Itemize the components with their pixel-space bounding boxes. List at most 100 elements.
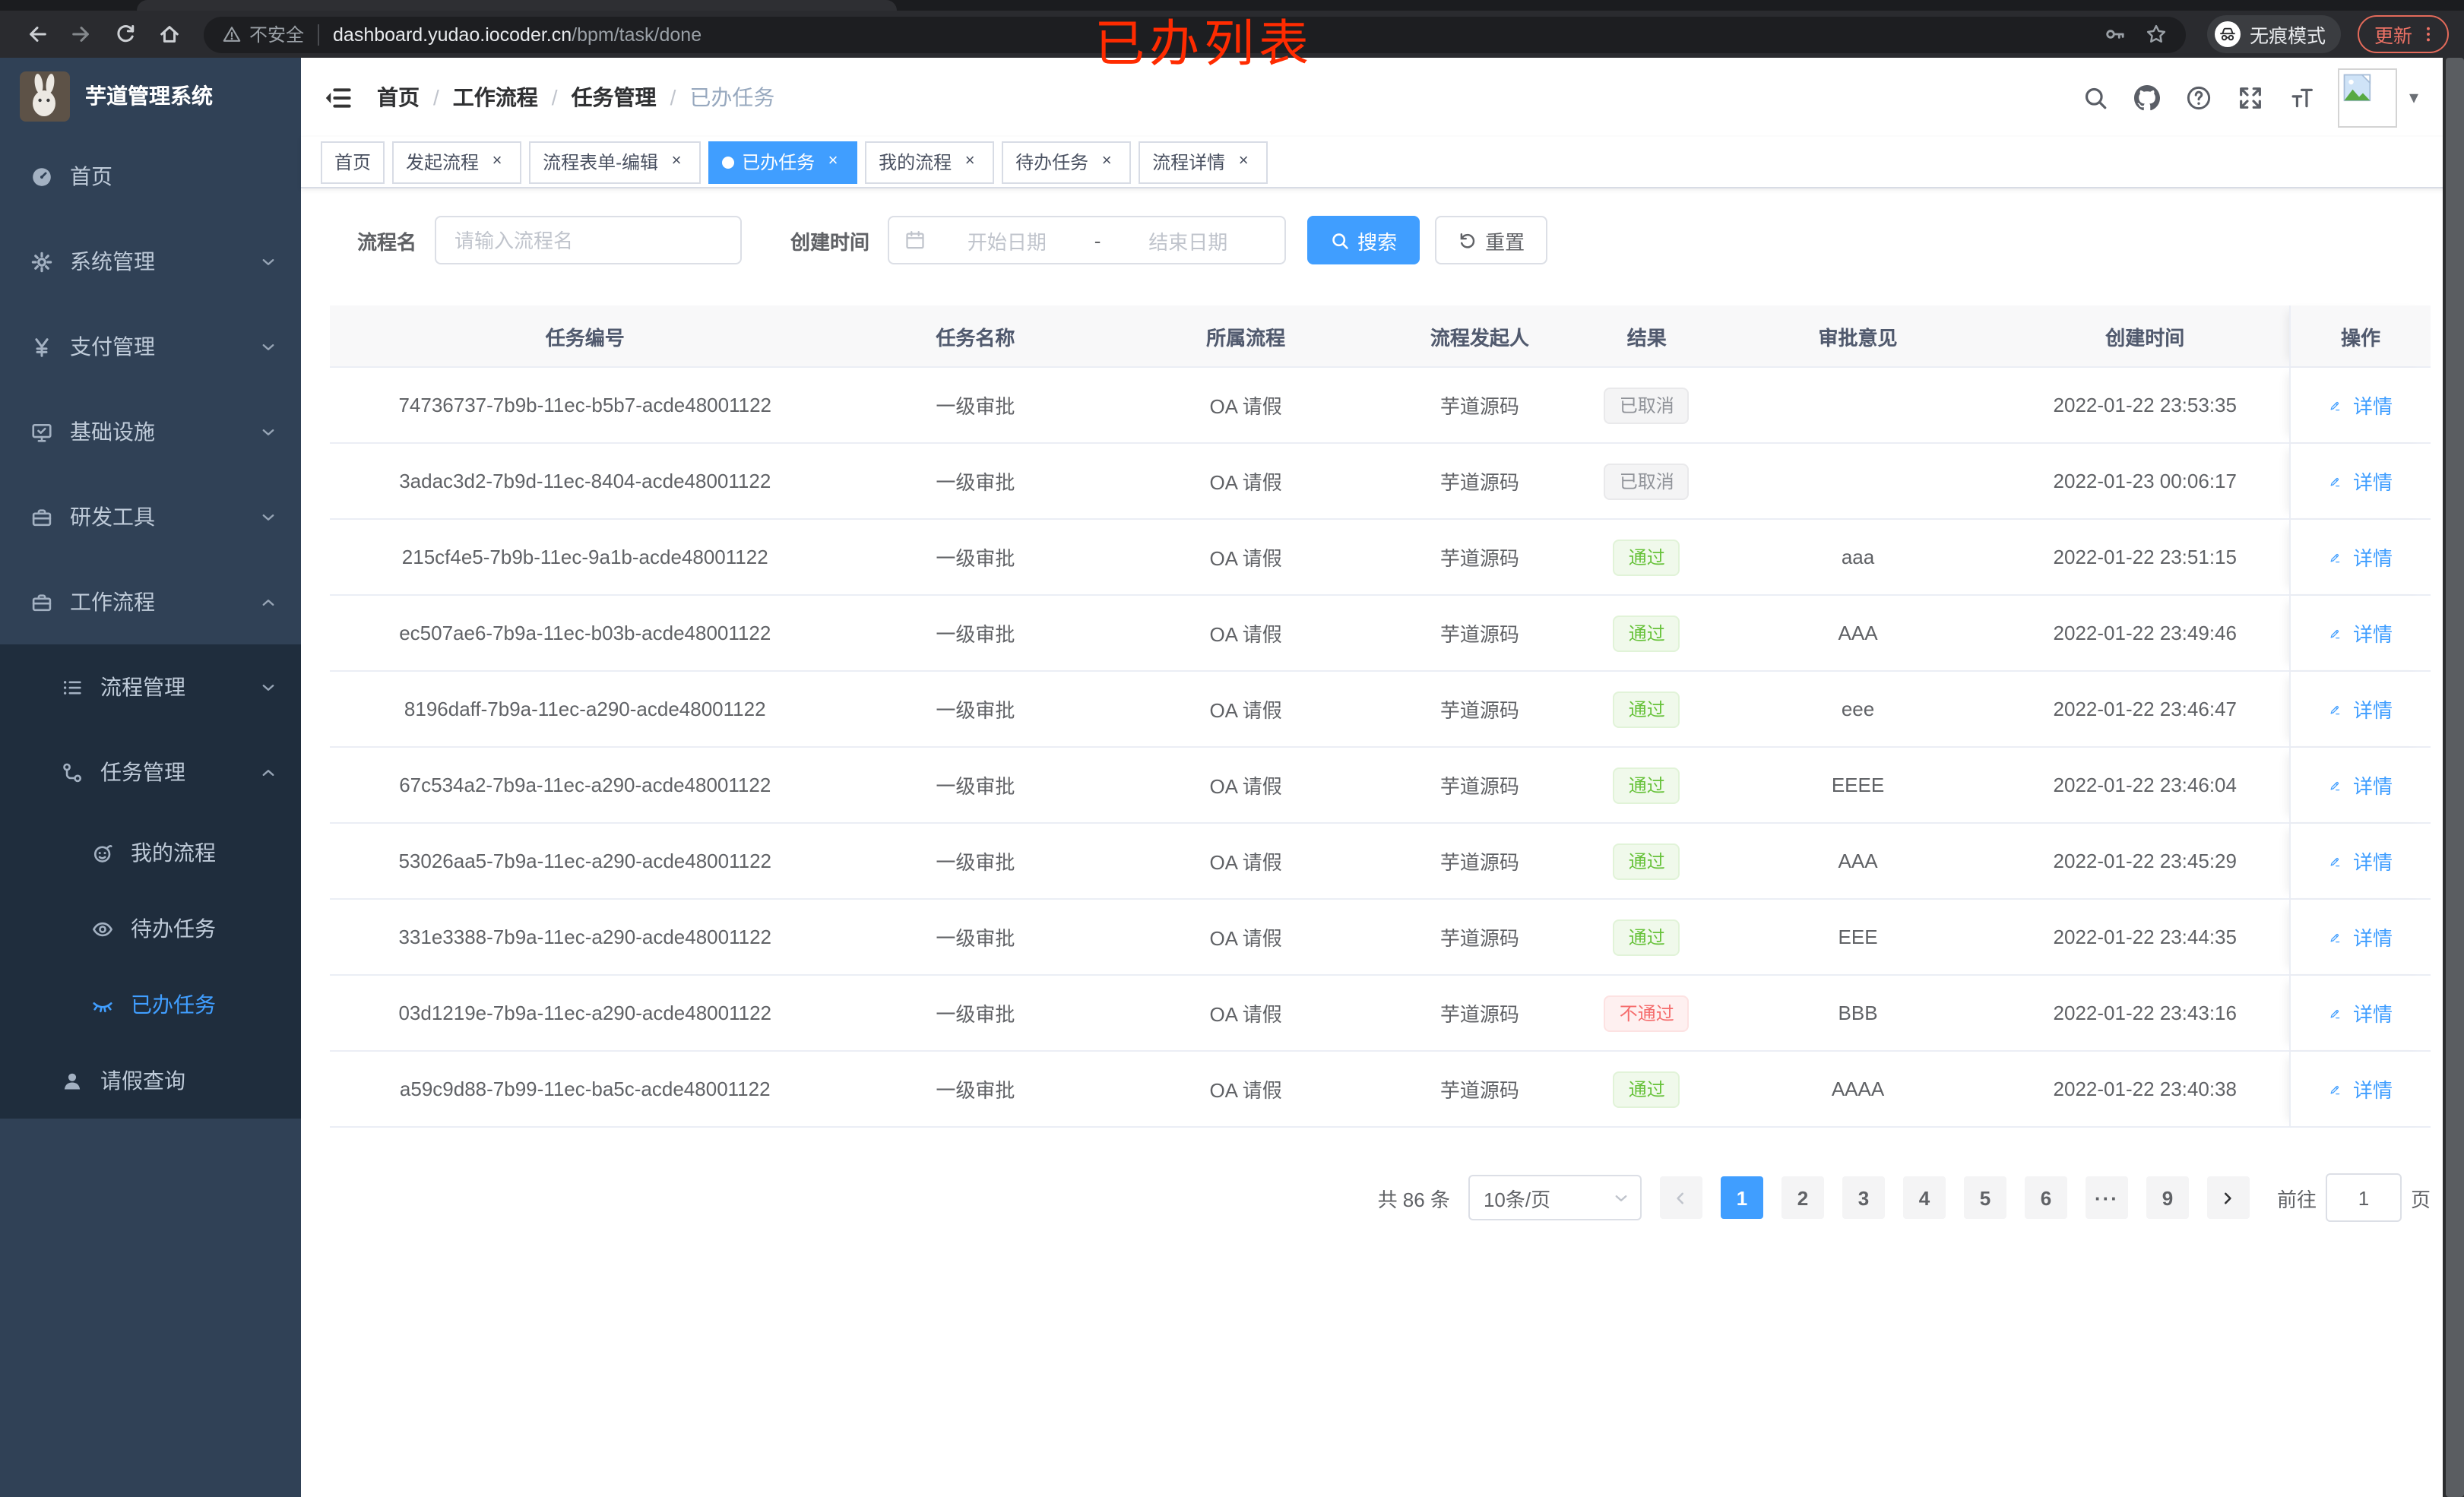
goto-page-input[interactable] xyxy=(2325,1173,2402,1222)
result-tag: 不通过 xyxy=(1604,995,1690,1031)
browser-home-icon[interactable] xyxy=(157,21,182,47)
page-button-3[interactable]: 3 xyxy=(1842,1176,1885,1219)
detail-link[interactable]: 详情 xyxy=(2329,1074,2393,1103)
detail-link[interactable]: 详情 xyxy=(2329,999,2393,1027)
cell-result: 通过 xyxy=(1579,596,1715,670)
cell-starter: 芋道源码 xyxy=(1439,699,1519,722)
detail-link[interactable]: 详情 xyxy=(2329,695,2393,723)
breadcrumb-item-current: 已办任务 xyxy=(689,85,775,109)
page-button-9[interactable]: 9 xyxy=(2146,1176,2189,1219)
breadcrumb-item-workflow[interactable]: 工作流程 xyxy=(453,82,538,112)
cell-process: OA 请假 xyxy=(1209,699,1282,722)
page-button-2[interactable]: 2 xyxy=(1781,1176,1824,1219)
page-button-1[interactable]: 1 xyxy=(1720,1176,1763,1219)
sidebar-item-infrastructure[interactable]: 基础设施 xyxy=(0,389,301,474)
tab-todo-tasks[interactable]: 待办任务 × xyxy=(1002,141,1132,183)
tab-close-icon[interactable]: × xyxy=(1096,151,1117,172)
help-icon[interactable] xyxy=(2186,84,2213,111)
scrollbar-thumb[interactable] xyxy=(2446,58,2464,1497)
cell-result: 通过 xyxy=(1579,748,1715,822)
breadcrumb-item-home[interactable]: 首页 xyxy=(377,82,420,112)
sidebar-item-payment[interactable]: 支付管理 xyxy=(0,304,301,389)
next-page-button[interactable] xyxy=(2206,1176,2250,1219)
sidebar-collapse-icon[interactable] xyxy=(324,83,353,112)
prev-page-button[interactable] xyxy=(1659,1176,1702,1219)
tab-process-detail[interactable]: 流程详情 × xyxy=(1139,141,1268,183)
tab-close-icon[interactable]: × xyxy=(1233,151,1254,172)
security-label[interactable]: 不安全 xyxy=(249,21,304,47)
sidebar-item-done-tasks[interactable]: 已办任务 xyxy=(0,967,301,1043)
avatar[interactable] xyxy=(2337,68,2397,127)
page-button-5[interactable]: 5 xyxy=(1963,1176,2006,1219)
detail-link[interactable]: 详情 xyxy=(2329,467,2393,495)
search-icon[interactable] xyxy=(2082,84,2110,111)
bookmark-star-icon[interactable] xyxy=(2145,23,2168,46)
detail-link[interactable]: 详情 xyxy=(2329,543,2393,571)
browser-menu-icon[interactable] xyxy=(2418,24,2438,44)
sidebar-item-leave-query[interactable]: 请假查询 xyxy=(0,1043,301,1119)
tab-close-icon[interactable]: × xyxy=(959,151,980,172)
detail-link[interactable]: 详情 xyxy=(2329,923,2393,951)
detail-link[interactable]: 详情 xyxy=(2329,619,2393,647)
browser-update-button[interactable]: 更新 xyxy=(2357,15,2449,53)
cell-process: OA 请假 xyxy=(1209,1003,1282,1026)
tab-form-edit[interactable]: 流程表单-编辑 × xyxy=(529,141,702,183)
tab-home[interactable]: 首页 xyxy=(321,141,385,183)
tab-close-icon[interactable]: × xyxy=(666,151,687,172)
cell-starter: 芋道源码 xyxy=(1439,927,1519,950)
browser-forward-icon[interactable] xyxy=(68,21,94,47)
detail-link[interactable]: 详情 xyxy=(2329,391,2393,419)
detail-link-label: 详情 xyxy=(2353,471,2393,494)
detail-link[interactable]: 详情 xyxy=(2329,771,2393,799)
cell-result: 通过 xyxy=(1579,520,1715,594)
tab-start-process[interactable]: 发起流程 × xyxy=(392,141,522,183)
page-size-select[interactable]: 10条/页 xyxy=(1468,1175,1642,1220)
tab-my-process[interactable]: 我的流程 × xyxy=(865,141,995,183)
detail-link[interactable]: 详情 xyxy=(2329,847,2393,875)
date-range-picker[interactable]: 开始日期 - 结束日期 xyxy=(888,216,1287,264)
detail-link-label: 详情 xyxy=(2353,1079,2393,1102)
chevron-up-icon xyxy=(260,764,277,780)
cell-result: 通过 xyxy=(1579,1052,1715,1126)
tab-close-icon[interactable]: × xyxy=(486,151,508,172)
pencil-icon xyxy=(2329,852,2347,870)
sidebar-item-system[interactable]: 系统管理 xyxy=(0,219,301,304)
pager-more-button[interactable]: ··· xyxy=(2085,1176,2128,1219)
page-button-6[interactable]: 6 xyxy=(2024,1176,2067,1219)
search-button[interactable]: 搜索 xyxy=(1307,216,1420,264)
page-button-4[interactable]: 4 xyxy=(1902,1176,1946,1219)
tab-close-icon[interactable]: × xyxy=(822,151,844,172)
url-text[interactable]: dashboard.yudao.iocoder.cn/bpm/task/done xyxy=(333,24,702,45)
sidebar-item-workflow[interactable]: 工作流程 xyxy=(0,559,301,644)
breadcrumb-item-task-mgmt[interactable]: 任务管理 xyxy=(572,82,657,112)
cell-process: OA 请假 xyxy=(1209,547,1282,570)
logo[interactable]: 芋道管理系统 xyxy=(0,58,301,134)
browser-reload-icon[interactable] xyxy=(112,21,138,47)
sidebar-item-process-mgmt[interactable]: 流程管理 xyxy=(0,644,301,730)
annotation-text: 已办列表 xyxy=(1094,15,1313,71)
pencil-icon xyxy=(2329,700,2347,718)
process-name-input[interactable] xyxy=(435,216,743,264)
sidebar-item-my-process[interactable]: 我的流程 xyxy=(0,815,301,891)
page-scrollbar[interactable] xyxy=(2443,58,2464,1497)
cell-comment: EEE xyxy=(1838,926,1878,948)
cell-result: 通过 xyxy=(1579,672,1715,746)
browser-back-icon[interactable] xyxy=(24,21,50,47)
reset-button[interactable]: 重置 xyxy=(1435,216,1548,264)
sidebar-item-task-mgmt[interactable]: 任务管理 xyxy=(0,730,301,815)
github-icon[interactable] xyxy=(2134,84,2162,111)
password-key-icon[interactable] xyxy=(2104,23,2127,46)
browser-active-tab[interactable] xyxy=(137,0,897,11)
address-divider xyxy=(318,24,320,45)
active-tab-dot xyxy=(722,156,735,168)
sidebar-item-home[interactable]: 首页 xyxy=(0,134,301,219)
fullscreen-icon[interactable] xyxy=(2238,84,2265,111)
tab-done-tasks[interactable]: 已办任务 × xyxy=(708,141,858,183)
cell-starter: 芋道源码 xyxy=(1439,1079,1519,1102)
avatar-caret-icon[interactable]: ▾ xyxy=(2409,87,2418,108)
sidebar-item-devtools[interactable]: 研发工具 xyxy=(0,474,301,559)
font-size-icon[interactable] xyxy=(2289,84,2317,111)
security-warning-icon[interactable] xyxy=(222,24,242,44)
sidebar-item-todo-tasks[interactable]: 待办任务 xyxy=(0,891,301,967)
table-body: 74736737-7b9b-11ec-b5b7-acde48001122 一级审批… xyxy=(330,368,2431,1128)
